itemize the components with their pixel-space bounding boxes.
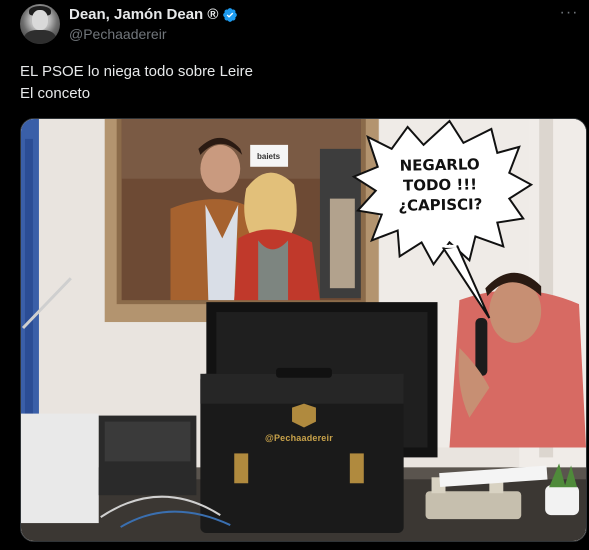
- tweet: Dean, Jamón Dean ® @Pechaadereir ··· EL …: [0, 0, 589, 550]
- author-handle[interactable]: @Pechaadereir: [69, 26, 167, 42]
- media-watermark: @Pechaadereir: [265, 433, 333, 443]
- author-display-name[interactable]: Dean, Jamón Dean ®: [69, 6, 218, 23]
- tweet-media-image[interactable]: baiets NEGARLO TODO !!! ¿CAPISCI? @Pecha…: [20, 118, 587, 542]
- verified-badge-icon: [222, 7, 238, 23]
- speech-bubble-line: NEGARLO: [399, 155, 480, 175]
- mirror-sign-text: baiets: [257, 152, 281, 161]
- tweet-text-line: El conceto: [20, 85, 91, 102]
- avatar-face: [32, 10, 48, 30]
- speech-bubble-line: TODO !!!: [402, 175, 478, 195]
- speech-bubble-line: ¿CAPISCI?: [398, 195, 483, 215]
- tweet-text: EL PSOE lo niega todo sobre Leire El con…: [20, 61, 253, 105]
- avatar[interactable]: [20, 4, 60, 44]
- avatar-coat: [24, 30, 56, 44]
- author-name-row: Dean, Jamón Dean ®: [69, 6, 238, 23]
- more-options-icon[interactable]: ···: [559, 5, 579, 25]
- tweet-text-line: EL PSOE lo niega todo sobre Leire: [20, 63, 253, 80]
- speech-bubble-text: NEGARLO TODO !!! ¿CAPISCI?: [376, 154, 503, 216]
